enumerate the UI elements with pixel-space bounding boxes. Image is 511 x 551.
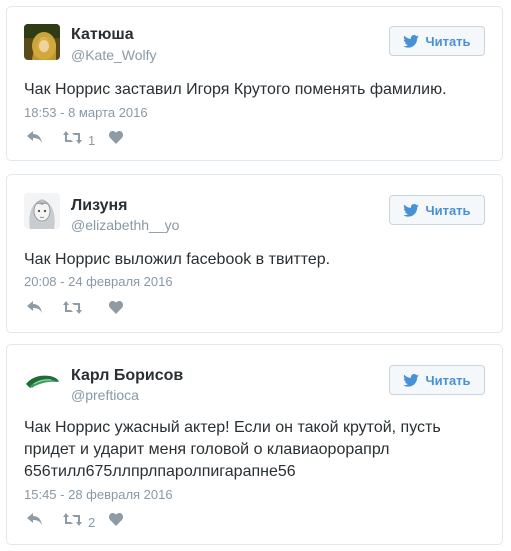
user-handle[interactable]: @preftioca [71,387,139,403]
retweet-button[interactable]: 1 [63,131,109,149]
tweet-card: Карл Борисов @preftioca Читать Чак Норри… [6,344,503,545]
tweet-text: Чак Норрис выложил facebook в твиттер. [24,251,331,268]
follow-button[interactable]: Читать [389,26,485,56]
reply-button[interactable] [27,301,63,319]
display-name[interactable]: Катюша [71,26,134,44]
tweet-timestamp[interactable]: 18:53 - 8 марта 2016 [24,105,148,120]
retweet-icon [63,513,82,531]
display-name[interactable]: Лизуня [71,197,128,215]
follow-label: Читать [425,372,471,388]
tweet-timestamp[interactable]: 15:45 - 28 февраля 2016 [24,487,173,502]
like-button[interactable] [109,131,129,149]
display-name[interactable]: Карл Борисов [71,367,183,385]
heart-icon [109,301,123,319]
user-handle[interactable]: @Kate_Wolfy [71,47,157,63]
heart-icon [109,513,123,531]
like-button[interactable] [109,513,129,531]
user-handle[interactable]: @elizabethh__yo [71,217,179,233]
avatar[interactable] [24,24,60,60]
follow-button[interactable]: Читать [389,365,485,395]
retweet-button[interactable] [63,301,109,319]
retweet-button[interactable]: 2 [63,513,109,531]
reply-button[interactable] [27,513,63,531]
like-button[interactable] [109,301,129,319]
heart-icon [109,131,123,149]
retweet-icon [63,301,82,319]
retweet-icon [63,131,82,149]
tweet-text: Чак Норрис ужасный актер! Если он такой … [24,419,441,480]
tweet-card: Лизуня @elizabethh__yo Читать Чак Норрис… [6,174,503,333]
retweet-count: 2 [88,514,96,530]
tweet-timestamp[interactable]: 20:08 - 24 февраля 2016 [24,274,173,289]
retweet-count: 1 [88,132,96,148]
follow-label: Читать [425,33,471,49]
reply-icon [27,131,43,149]
twitter-bird-icon [403,34,420,48]
tweet-feed: Катюша @Kate_Wolfy Читать Чак Норрис зас… [0,0,511,551]
twitter-bird-icon [403,373,420,387]
tweet-card: Катюша @Kate_Wolfy Читать Чак Норрис зас… [6,6,503,161]
avatar[interactable] [24,364,60,400]
tweet-text: Чак Норрис заставил Игоря Крутого поменя… [24,81,447,98]
reply-button[interactable] [27,131,63,149]
twitter-bird-icon [403,203,420,217]
reply-icon [27,301,43,319]
follow-label: Читать [425,202,471,218]
follow-button[interactable]: Читать [389,195,485,225]
tweet-actions: 2 [27,513,129,531]
tweet-actions [27,301,129,319]
tweet-actions: 1 [27,131,129,149]
reply-icon [27,513,43,531]
avatar[interactable] [24,193,60,229]
